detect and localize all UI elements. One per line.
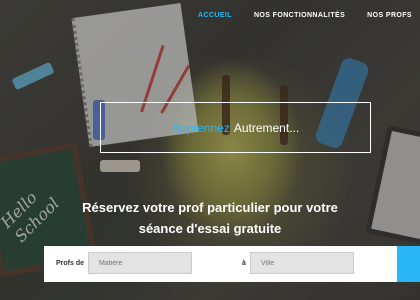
main-nav: ACCUEIL NOS FONCTIONNALITÉS NOS PROFS [198,12,412,19]
city-label: à [242,260,246,267]
hero-headline: Réservez votre prof particulier pour vot… [0,197,420,239]
nav-profs[interactable]: NOS PROFS [367,12,412,19]
subject-label: Profs de [56,260,85,267]
headline-line-1: Réservez votre prof particulier pour vot… [82,200,338,215]
search-form: Profs de à [44,246,420,282]
headline-line-2: séance d'essai gratuite [138,221,282,236]
nav-fonctionnalites[interactable]: NOS FONCTIONNALITÉS [254,12,345,19]
subject-input[interactable] [88,252,192,274]
hero-section: Hello School ACCUEIL NOS FONCTIONNALITÉS… [0,0,420,300]
tagline-rest: Autrement... [233,120,300,135]
nav-accueil[interactable]: ACCUEIL [198,12,232,19]
city-input[interactable] [250,252,354,274]
tagline-box: Apprennez Autrement... [100,102,371,153]
tagline-accent: Apprennez [171,120,230,135]
search-button[interactable] [397,246,420,282]
